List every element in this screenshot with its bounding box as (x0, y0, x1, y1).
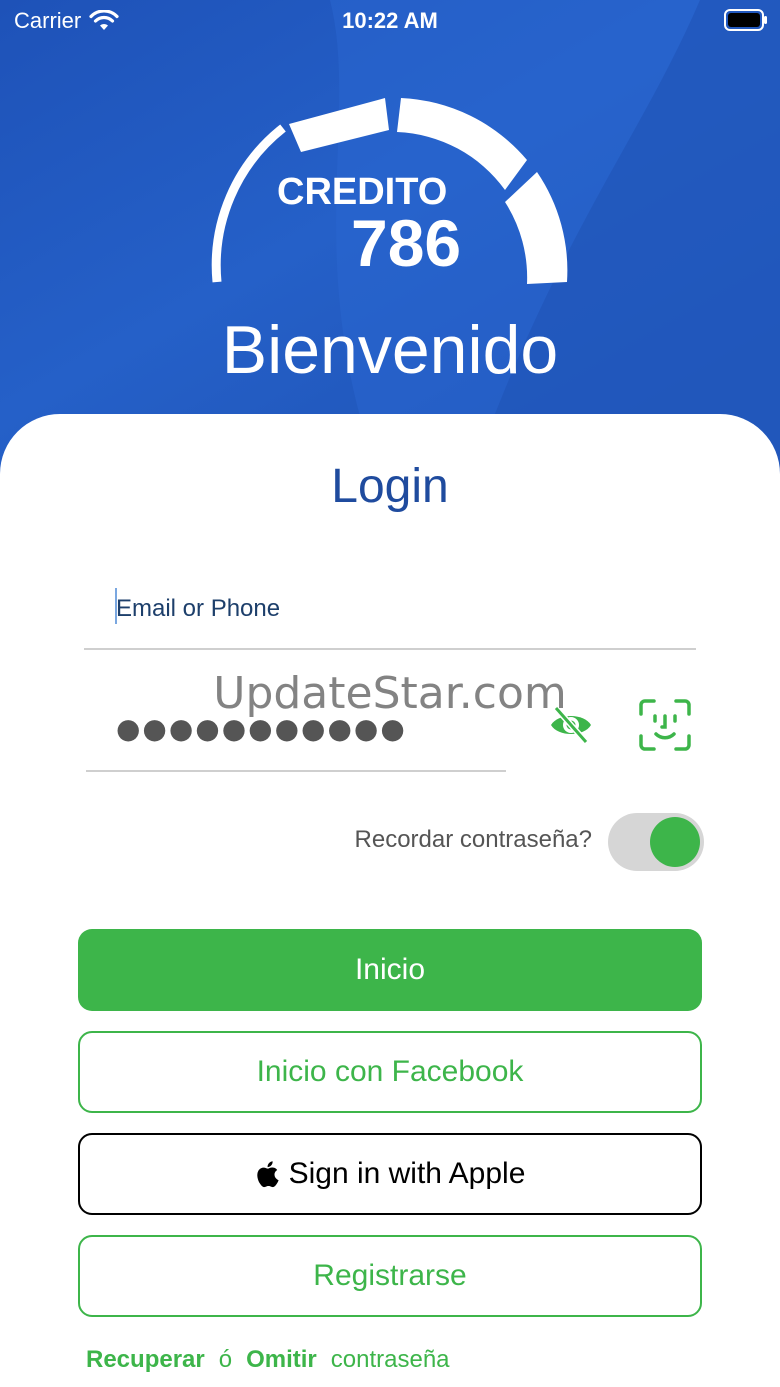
footer-links: Recuperar ó Omitir contraseña (86, 1346, 450, 1374)
password-masked-value: ●●●●●●●●●●● (116, 712, 407, 745)
status-bar: Carrier 10:22 AM (0, 0, 780, 40)
recover-password-link[interactable]: Recuperar (86, 1346, 205, 1374)
footer-password-text: contraseña (330, 1346, 450, 1373)
toggle-password-visibility-button[interactable] (548, 702, 594, 748)
remember-password-toggle[interactable] (608, 813, 704, 871)
credito-786-logo: CREDITO 786 (205, 90, 575, 290)
text-caret (115, 588, 117, 624)
apple-icon (256, 1161, 279, 1188)
email-or-phone-input[interactable] (84, 570, 696, 650)
toggle-knob (650, 817, 700, 867)
eye-slash-icon (551, 706, 591, 744)
remember-password-label: Recordar contraseña? (354, 826, 592, 853)
apple-sign-in-label: Sign in with Apple (288, 1157, 526, 1190)
apple-sign-in-button[interactable]: Sign in with Apple (78, 1133, 702, 1215)
footer-or-text: ó (218, 1346, 233, 1373)
status-time: 10:22 AM (342, 8, 438, 33)
skip-link[interactable]: Omitir (246, 1346, 317, 1374)
face-id-button[interactable] (638, 698, 692, 752)
register-button[interactable]: Registrarse (78, 1235, 702, 1317)
battery-icon (724, 9, 767, 31)
login-title: Login (331, 460, 449, 513)
logo-number: 786 (351, 206, 461, 280)
login-button[interactable]: Inicio (78, 929, 702, 1011)
face-id-icon (639, 699, 691, 751)
logo-gauge-graphic: CREDITO 786 (211, 98, 568, 284)
facebook-login-button[interactable]: Inicio con Facebook (78, 1031, 702, 1113)
welcome-heading: Bienvenido (221, 312, 559, 388)
